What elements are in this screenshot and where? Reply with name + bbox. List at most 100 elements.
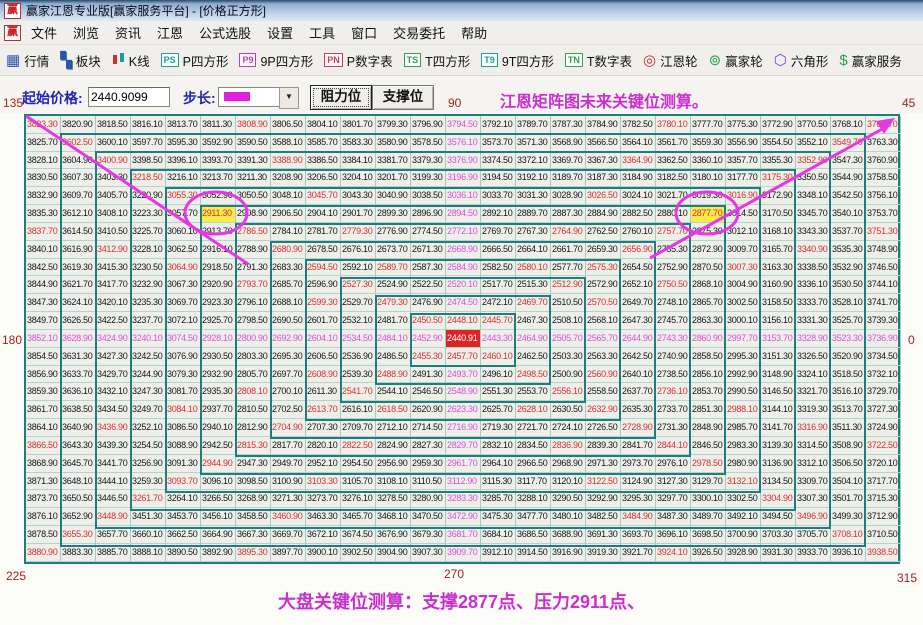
menu-item-帮助[interactable]: 帮助 — [453, 21, 495, 44]
price-cell[interactable]: 3624.10 — [61, 294, 96, 313]
price-cell[interactable]: 3842.50 — [26, 258, 61, 277]
price-cell[interactable]: 3640.90 — [61, 419, 96, 437]
price-cell[interactable]: 3530.50 — [831, 276, 866, 295]
price-cell[interactable]: 3492.10 — [726, 508, 761, 527]
price-cell[interactable]: 3364.90 — [621, 151, 656, 170]
toolbar-button-P数字表[interactable]: PN P数字表 — [324, 51, 393, 70]
price-cell[interactable]: 3607.30 — [61, 169, 96, 188]
price-cell[interactable]: 3424.90 — [96, 329, 131, 348]
price-cell[interactable]: 3921.70 — [621, 543, 656, 562]
price-cell[interactable]: 3307.30 — [796, 490, 831, 509]
price-cell[interactable]: 3780.10 — [656, 116, 691, 134]
menu-item-设置[interactable]: 设置 — [259, 21, 301, 44]
price-cell[interactable]: 3103.30 — [306, 472, 341, 491]
price-cell[interactable]: 2688.10 — [271, 294, 306, 313]
price-cell[interactable]: 2980.90 — [726, 454, 761, 473]
price-cell[interactable]: 2707.30 — [306, 419, 341, 437]
price-cell[interactable]: 2764.90 — [551, 222, 586, 241]
price-cell[interactable]: 3672.10 — [306, 526, 341, 544]
price-cell[interactable]: 2548.90 — [446, 383, 481, 402]
price-cell[interactable]: 2788.90 — [236, 240, 271, 259]
price-cell[interactable]: 3739.30 — [866, 312, 901, 330]
price-cell[interactable]: 3835.30 — [26, 205, 61, 223]
price-cell[interactable]: 3532.90 — [831, 258, 866, 277]
price-cell[interactable]: 3285.70 — [481, 490, 516, 509]
price-cell[interactable]: 3729.70 — [866, 383, 901, 402]
price-cell[interactable]: 3777.70 — [691, 116, 726, 134]
price-cell[interactable]: 2529.70 — [341, 294, 376, 313]
price-cell[interactable]: 3590.50 — [236, 133, 271, 152]
price-cell[interactable]: 3643.30 — [61, 436, 96, 455]
price-cell[interactable]: 3537.70 — [831, 222, 866, 241]
price-cell[interactable]: 3004.90 — [726, 276, 761, 295]
price-cell[interactable]: 3919.30 — [586, 543, 621, 562]
price-cell[interactable]: 2671.30 — [411, 240, 446, 259]
price-cell[interactable]: 3909.70 — [446, 543, 481, 562]
price-cell[interactable]: 2484.10 — [376, 329, 411, 348]
price-cell[interactable]: 3583.30 — [341, 133, 376, 152]
price-cell[interactable]: 2906.50 — [271, 205, 306, 223]
price-cell[interactable]: 2642.50 — [621, 347, 656, 366]
price-cell[interactable]: 3156.10 — [761, 312, 796, 330]
price-cell[interactable]: 2935.30 — [201, 383, 236, 402]
price-cell[interactable]: 3036.10 — [446, 187, 481, 206]
price-cell[interactable]: 2767.30 — [516, 222, 551, 241]
price-cell[interactable]: 3091.30 — [166, 454, 201, 473]
price-cell[interactable]: 2546.50 — [411, 383, 446, 402]
price-cell[interactable]: 3717.70 — [866, 472, 901, 491]
price-cell[interactable]: 3122.50 — [586, 472, 621, 491]
price-cell[interactable]: 3708.10 — [831, 526, 866, 544]
price-cell[interactable]: 3264.10 — [166, 490, 201, 509]
price-cell[interactable]: 3141.70 — [761, 419, 796, 437]
price-cell[interactable]: 3631.30 — [61, 347, 96, 366]
price-cell[interactable]: 2568.10 — [586, 312, 621, 330]
price-cell[interactable]: 2560.90 — [586, 365, 621, 384]
price-cell[interactable]: 2584.90 — [446, 258, 481, 277]
price-cell[interactable]: 2772.10 — [446, 222, 481, 241]
price-cell[interactable]: 2613.70 — [306, 401, 341, 420]
price-cell[interactable]: 3336.10 — [796, 276, 831, 295]
price-cell[interactable]: 3405.70 — [96, 187, 131, 206]
price-cell[interactable]: 2692.90 — [271, 329, 306, 348]
price-cell[interactable]: 3256.90 — [131, 454, 166, 473]
menu-item-交易委托[interactable]: 交易委托 — [385, 21, 453, 44]
price-cell[interactable]: 3652.90 — [61, 508, 96, 527]
price-cell[interactable]: 2817.70 — [271, 436, 306, 455]
price-cell[interactable]: 2544.10 — [376, 383, 411, 402]
price-cell[interactable]: 2755.30 — [656, 240, 691, 259]
price-cell[interactable]: 2630.50 — [551, 401, 586, 420]
price-cell[interactable]: 3578.50 — [411, 133, 446, 152]
toolbar-button-赢家轮[interactable]: ⊚ 赢家轮 — [709, 51, 763, 70]
price-cell[interactable]: 2536.90 — [341, 347, 376, 366]
price-cell[interactable]: 3079.30 — [166, 365, 201, 384]
price-cell[interactable]: 3038.50 — [411, 187, 446, 206]
price-cell[interactable]: 3355.30 — [761, 151, 796, 170]
price-cell[interactable]: 3112.90 — [446, 472, 481, 491]
price-cell[interactable]: 2985.70 — [726, 419, 761, 437]
price-cell[interactable]: 3544.90 — [831, 169, 866, 188]
price-cell[interactable]: 2695.30 — [271, 347, 306, 366]
price-cell[interactable]: 2503.30 — [551, 347, 586, 366]
price-cell[interactable]: 3789.70 — [516, 116, 551, 134]
price-cell[interactable]: 3871.30 — [26, 472, 61, 491]
price-cell[interactable]: 3720.10 — [866, 454, 901, 473]
price-cell[interactable]: 3475.30 — [481, 508, 516, 527]
price-cell[interactable]: 3818.50 — [96, 116, 131, 134]
price-cell[interactable]: 3487.30 — [656, 508, 691, 527]
price-cell[interactable]: 3854.50 — [26, 347, 61, 366]
price-cell[interactable]: 3456.10 — [201, 508, 236, 527]
price-cell[interactable]: 3400.90 — [96, 151, 131, 170]
price-cell[interactable]: 3715.30 — [866, 490, 901, 509]
price-cell[interactable]: 3494.50 — [761, 508, 796, 527]
price-cell[interactable]: 3194.50 — [481, 169, 516, 188]
price-cell[interactable]: 3064.90 — [166, 258, 201, 277]
price-cell[interactable]: 2971.30 — [586, 454, 621, 473]
price-cell[interactable]: 3376.90 — [446, 151, 481, 170]
price-cell[interactable]: 3124.90 — [621, 472, 656, 491]
price-cell[interactable]: 2779.30 — [341, 222, 376, 241]
price-cell[interactable]: 3868.90 — [26, 454, 61, 473]
price-cell[interactable]: 3468.10 — [376, 508, 411, 527]
price-cell[interactable]: 2587.30 — [411, 258, 446, 277]
price-cell[interactable]: 3823.30 — [26, 116, 61, 134]
price-cell[interactable]: 3043.30 — [341, 187, 376, 206]
